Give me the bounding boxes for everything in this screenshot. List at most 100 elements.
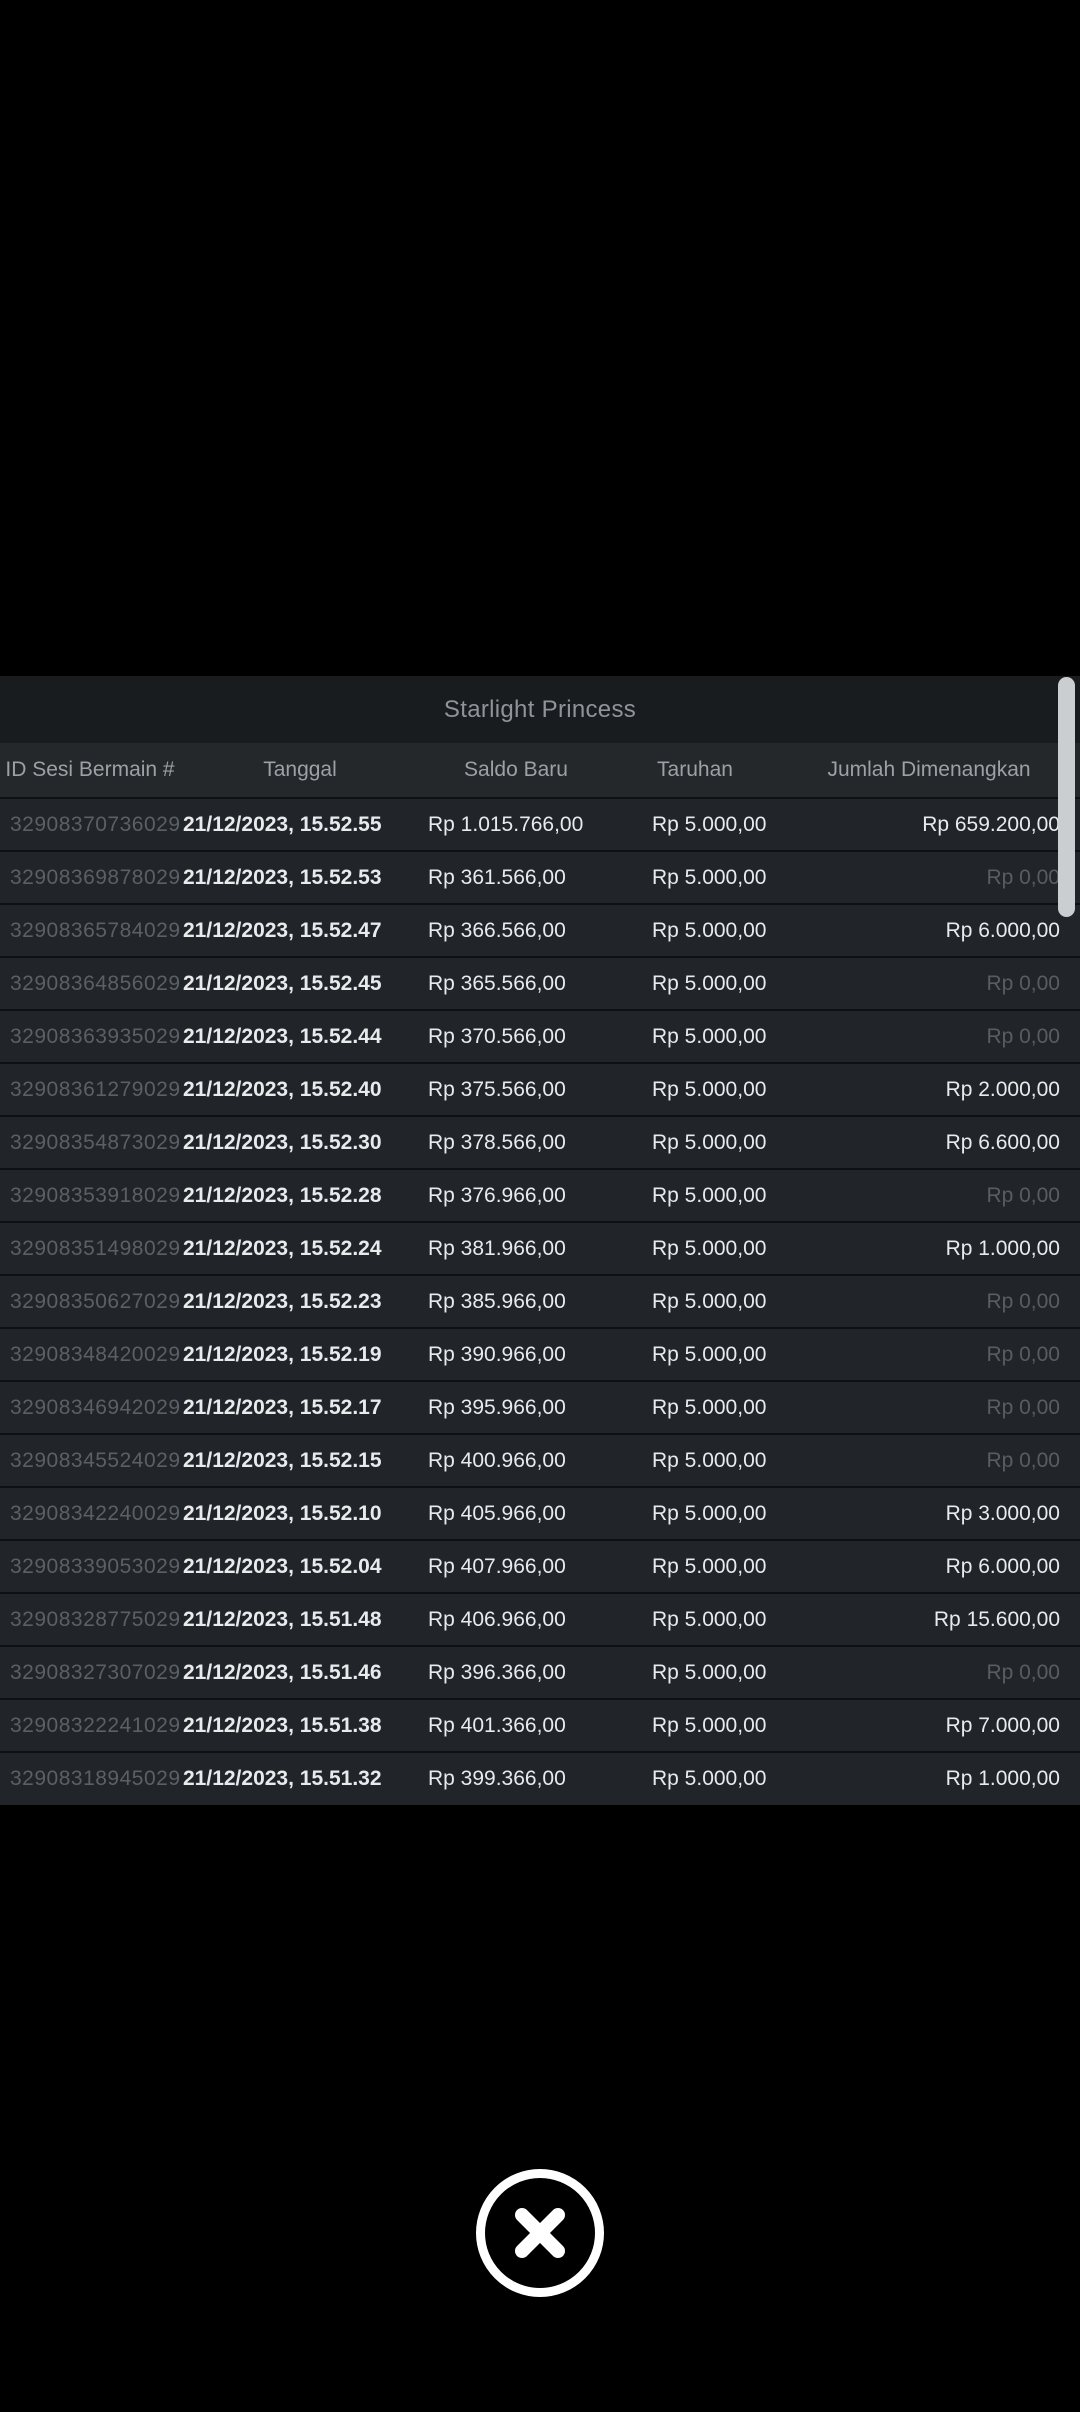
table-row: 3290831894502921/12/2023, 15.51.32Rp 399…	[0, 1752, 1080, 1805]
cell-balance: Rp 361.566,00	[420, 851, 612, 904]
cell-win: Rp 1.000,00	[778, 1752, 1080, 1805]
cell-session-id: 32908322241029	[0, 1699, 180, 1752]
header-session-id: ID Sesi Bermain #	[0, 743, 180, 798]
cell-win: Rp 0,00	[778, 1646, 1080, 1699]
table-row: 3290834842002921/12/2023, 15.52.19Rp 390…	[0, 1328, 1080, 1381]
cell-balance: Rp 375.566,00	[420, 1063, 612, 1116]
cell-session-id: 32908350627029	[0, 1275, 180, 1328]
header-date: Tanggal	[180, 743, 420, 798]
table-row: 3290834694202921/12/2023, 15.52.17Rp 395…	[0, 1381, 1080, 1434]
table-row: 3290832730702921/12/2023, 15.51.46Rp 396…	[0, 1646, 1080, 1699]
cell-balance: Rp 365.566,00	[420, 957, 612, 1010]
cell-session-id: 32908339053029	[0, 1540, 180, 1593]
cell-win: Rp 15.600,00	[778, 1593, 1080, 1646]
modal-title: Starlight Princess	[0, 676, 1080, 743]
cell-date: 21/12/2023, 15.52.44	[180, 1010, 420, 1063]
cell-balance: Rp 401.366,00	[420, 1699, 612, 1752]
cell-bet: Rp 5.000,00	[612, 798, 778, 851]
cell-bet: Rp 5.000,00	[612, 1222, 778, 1275]
cell-session-id: 32908363935029	[0, 1010, 180, 1063]
cell-bet: Rp 5.000,00	[612, 1487, 778, 1540]
cell-bet: Rp 5.000,00	[612, 904, 778, 957]
cell-bet: Rp 5.000,00	[612, 1699, 778, 1752]
cell-date: 21/12/2023, 15.51.48	[180, 1593, 420, 1646]
game-history-modal: Starlight Princess ID Sesi Bermain # Tan…	[0, 676, 1080, 1805]
cell-win: Rp 0,00	[778, 851, 1080, 904]
cell-session-id: 32908345524029	[0, 1434, 180, 1487]
cell-date: 21/12/2023, 15.52.55	[180, 798, 420, 851]
cell-date: 21/12/2023, 15.52.53	[180, 851, 420, 904]
cell-win: Rp 0,00	[778, 1169, 1080, 1222]
table-row: 3290836485602921/12/2023, 15.52.45Rp 365…	[0, 957, 1080, 1010]
cell-session-id: 32908328775029	[0, 1593, 180, 1646]
cell-session-id: 32908342240029	[0, 1487, 180, 1540]
cell-balance: Rp 376.966,00	[420, 1169, 612, 1222]
cell-bet: Rp 5.000,00	[612, 1328, 778, 1381]
cell-session-id: 32908361279029	[0, 1063, 180, 1116]
cell-win: Rp 0,00	[778, 1434, 1080, 1487]
close-button[interactable]	[476, 2169, 604, 2297]
cell-bet: Rp 5.000,00	[612, 957, 778, 1010]
cell-session-id: 32908353918029	[0, 1169, 180, 1222]
cell-bet: Rp 5.000,00	[612, 1169, 778, 1222]
history-table: ID Sesi Bermain # Tanggal Saldo Baru Tar…	[0, 743, 1080, 1805]
cell-date: 21/12/2023, 15.52.04	[180, 1540, 420, 1593]
table-row: 3290835487302921/12/2023, 15.52.30Rp 378…	[0, 1116, 1080, 1169]
cell-session-id: 32908327307029	[0, 1646, 180, 1699]
cell-win: Rp 1.000,00	[778, 1222, 1080, 1275]
cell-balance: Rp 406.966,00	[420, 1593, 612, 1646]
table-row: 3290835149802921/12/2023, 15.52.24Rp 381…	[0, 1222, 1080, 1275]
cell-date: 21/12/2023, 15.52.15	[180, 1434, 420, 1487]
cell-date: 21/12/2023, 15.52.24	[180, 1222, 420, 1275]
cell-balance: Rp 396.366,00	[420, 1646, 612, 1699]
cell-win: Rp 3.000,00	[778, 1487, 1080, 1540]
cell-bet: Rp 5.000,00	[612, 1593, 778, 1646]
cell-session-id: 32908346942029	[0, 1381, 180, 1434]
cell-win: Rp 0,00	[778, 1275, 1080, 1328]
cell-bet: Rp 5.000,00	[612, 1434, 778, 1487]
cell-session-id: 32908364856029	[0, 957, 180, 1010]
cell-balance: Rp 378.566,00	[420, 1116, 612, 1169]
scrollbar-thumb[interactable]	[1058, 677, 1075, 917]
cell-date: 21/12/2023, 15.52.10	[180, 1487, 420, 1540]
cell-date: 21/12/2023, 15.52.47	[180, 904, 420, 957]
cell-win: Rp 0,00	[778, 1010, 1080, 1063]
cell-bet: Rp 5.000,00	[612, 1275, 778, 1328]
cell-date: 21/12/2023, 15.52.30	[180, 1116, 420, 1169]
cell-balance: Rp 400.966,00	[420, 1434, 612, 1487]
cell-date: 21/12/2023, 15.52.19	[180, 1328, 420, 1381]
table-row: 3290834552402921/12/2023, 15.52.15Rp 400…	[0, 1434, 1080, 1487]
table-row: 3290836127902921/12/2023, 15.52.40Rp 375…	[0, 1063, 1080, 1116]
cell-balance: Rp 399.366,00	[420, 1752, 612, 1805]
cell-win: Rp 0,00	[778, 957, 1080, 1010]
cell-date: 21/12/2023, 15.52.45	[180, 957, 420, 1010]
cell-session-id: 32908365784029	[0, 904, 180, 957]
cell-date: 21/12/2023, 15.52.28	[180, 1169, 420, 1222]
cell-win: Rp 6.600,00	[778, 1116, 1080, 1169]
cell-win: Rp 659.200,00	[778, 798, 1080, 851]
cell-session-id: 32908318945029	[0, 1752, 180, 1805]
cell-balance: Rp 405.966,00	[420, 1487, 612, 1540]
header-bet: Taruhan	[612, 743, 778, 798]
cell-balance: Rp 381.966,00	[420, 1222, 612, 1275]
cell-bet: Rp 5.000,00	[612, 1116, 778, 1169]
table-row: 3290835391802921/12/2023, 15.52.28Rp 376…	[0, 1169, 1080, 1222]
cell-win: Rp 2.000,00	[778, 1063, 1080, 1116]
cell-date: 21/12/2023, 15.51.38	[180, 1699, 420, 1752]
cell-win: Rp 6.000,00	[778, 904, 1080, 957]
cell-bet: Rp 5.000,00	[612, 1381, 778, 1434]
table-row: 3290836393502921/12/2023, 15.52.44Rp 370…	[0, 1010, 1080, 1063]
table-row: 3290837073602921/12/2023, 15.52.55Rp 1.0…	[0, 798, 1080, 851]
cell-balance: Rp 366.566,00	[420, 904, 612, 957]
cell-bet: Rp 5.000,00	[612, 1646, 778, 1699]
cell-bet: Rp 5.000,00	[612, 1540, 778, 1593]
cell-session-id: 32908370736029	[0, 798, 180, 851]
cell-date: 21/12/2023, 15.52.40	[180, 1063, 420, 1116]
cell-session-id: 32908348420029	[0, 1328, 180, 1381]
cell-session-id: 32908369878029	[0, 851, 180, 904]
cell-win: Rp 6.000,00	[778, 1540, 1080, 1593]
cell-date: 21/12/2023, 15.51.46	[180, 1646, 420, 1699]
cell-balance: Rp 390.966,00	[420, 1328, 612, 1381]
cell-date: 21/12/2023, 15.52.23	[180, 1275, 420, 1328]
cell-date: 21/12/2023, 15.52.17	[180, 1381, 420, 1434]
